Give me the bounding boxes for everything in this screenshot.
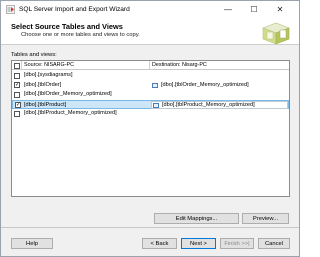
source-table-name: [dbo].[tblProduct_Memory_optimized] [24, 110, 117, 116]
title-bar: SQL Server Import and Export Wizard — ☐ … [1, 1, 299, 19]
table-row[interactable]: [dbo].[tblOrder_Memory_optimized] [12, 90, 289, 100]
source-table-name: [dbo].[sysdiagrams] [24, 72, 73, 78]
wizard-header: Select Source Tables and Views Choose on… [1, 19, 299, 45]
table-icon [153, 102, 159, 108]
page-title: Select Source Tables and Views [11, 22, 123, 31]
wizard-banner-graphic [262, 22, 290, 45]
table-row-selected[interactable]: ✓ [dbo].[tblProduct] [dbo].[tblProduct_M… [12, 99, 289, 109]
row-checkbox[interactable]: ✓ [14, 82, 20, 88]
back-button[interactable]: < Back [142, 238, 177, 249]
finish-button: Finish >>| [220, 238, 254, 249]
select-all-checkbox[interactable] [14, 62, 20, 69]
maximize-button[interactable]: ☐ [243, 1, 265, 19]
sql-server-app-icon [6, 5, 15, 14]
table-row[interactable]: [dbo].[sysdiagrams] [12, 71, 289, 81]
next-button[interactable]: Next > [181, 238, 216, 249]
select-all-checkbox-header[interactable] [12, 61, 22, 70]
table-row[interactable]: ✓ [dbo].[tblOrder] [dbo].[tblOrder_Memor… [12, 81, 289, 91]
table-icon [152, 82, 158, 88]
tables-grid: Source: NISARG-PC Destination: Nisarg-PC… [11, 60, 290, 197]
column-header-source[interactable]: Source: NISARG-PC [22, 61, 150, 70]
wizard-window: SQL Server Import and Export Wizard — ☐ … [0, 0, 300, 257]
preview-button[interactable]: Preview... [242, 213, 289, 224]
help-button[interactable]: Help [11, 238, 53, 249]
cancel-button[interactable]: Cancel [258, 238, 290, 249]
row-checkbox[interactable] [14, 91, 20, 98]
window-title: SQL Server Import and Export Wizard [19, 6, 130, 13]
row-checkbox[interactable]: ✓ [15, 102, 21, 108]
source-table-name: [dbo].[tblOrder_Memory_optimized] [24, 91, 112, 97]
minimize-button[interactable]: — [217, 1, 239, 19]
tables-and-views-label: Tables and views: [11, 52, 57, 58]
column-header-destination[interactable]: Destination: Nisarg-PC [150, 61, 289, 70]
edit-mappings-button[interactable]: Edit Mappings... [154, 213, 239, 224]
row-checkbox[interactable] [14, 110, 20, 117]
page-subtitle: Choose one or more tables and views to c… [21, 31, 140, 38]
row-checkbox[interactable] [14, 72, 20, 79]
footer-divider [1, 227, 299, 228]
table-row[interactable]: [dbo].[tblProduct_Memory_optimized] [12, 109, 289, 119]
source-table-name: [dbo].[tblOrder] [24, 81, 62, 88]
grid-header: Source: NISARG-PC Destination: Nisarg-PC [12, 61, 289, 70]
destination-table-name[interactable]: [dbo].[tblOrder_Memory_optimized] [161, 81, 249, 91]
close-button[interactable]: ✕ [269, 1, 291, 19]
